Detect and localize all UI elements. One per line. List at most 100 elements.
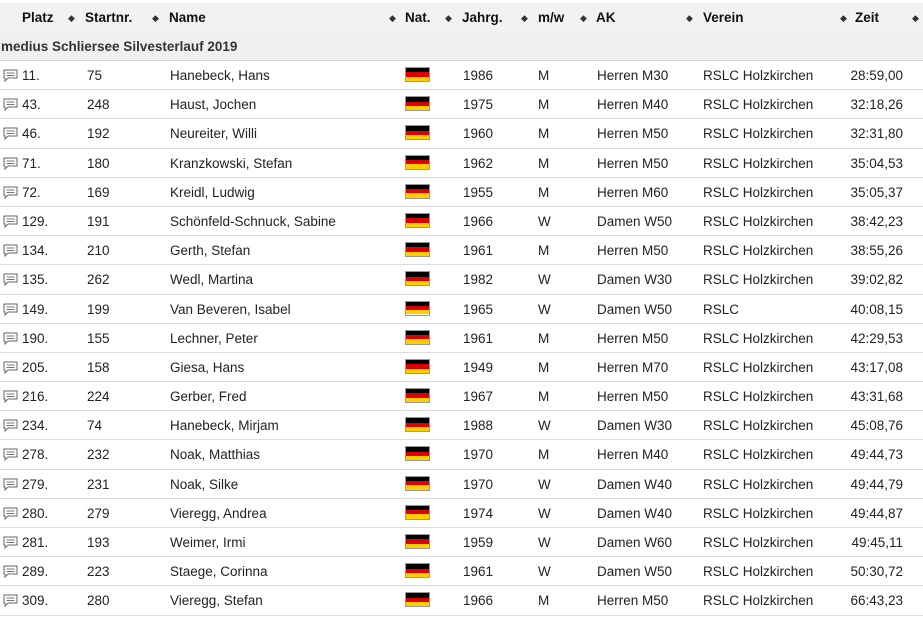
column-header-ak[interactable]: AK xyxy=(596,3,616,33)
cell-verein: RSLC Holzkirchen xyxy=(703,593,814,609)
comment-icon[interactable] xyxy=(3,157,18,170)
cell-verein: RSLC Holzkirchen xyxy=(703,535,814,550)
cell-startnr: 169 xyxy=(87,184,110,200)
comment-icon[interactable] xyxy=(3,127,18,141)
cell-ak: Damen W40 xyxy=(597,505,673,521)
sort-platz-icon[interactable]: ◆ xyxy=(68,3,75,33)
column-header-zeit[interactable]: Zeit xyxy=(855,3,879,33)
comment-icon[interactable] xyxy=(3,244,18,258)
cell-name: Hanebeck, Mirjam xyxy=(170,418,279,434)
table-row[interactable]: 216. 224 Gerber, Fred 1967 M Herren M50 RSLC H… xyxy=(0,382,923,412)
table-row[interactable]: 281. 193 Weimer, Irmi 1959 W Damen W60 RSLC Ho… xyxy=(0,528,923,558)
comment-icon[interactable] xyxy=(3,303,18,316)
cell-verein: RSLC Holzkirchen xyxy=(703,505,814,521)
cell-platz: 149. xyxy=(22,301,49,317)
sort-verein-icon[interactable]: ◆ xyxy=(840,3,847,33)
cell-name: Staege, Corinna xyxy=(170,564,268,580)
column-header-nat[interactable]: Nat. xyxy=(405,3,431,33)
germany-flag-icon xyxy=(405,417,430,433)
table-row[interactable]: 278. 232 Noak, Matthias 1970 M Herren M40 RSLC… xyxy=(0,440,923,470)
column-header-startnr[interactable]: Startnr. xyxy=(85,3,132,33)
table-row[interactable]: 309. 280 Vieregg, Stefan 1966 M Herren M50 RSL… xyxy=(0,586,923,616)
sort-mw-icon[interactable]: ◆ xyxy=(580,3,587,33)
table-row[interactable]: 71. 180 Kranzkowski, Stefan 1962 M Herren M50… xyxy=(0,149,923,178)
cell-mw: W xyxy=(538,272,551,288)
table-row[interactable]: 46. 192 Neureiter, Willi 1960 M Herren M50 RSL… xyxy=(0,119,923,149)
column-header-verein[interactable]: Verein xyxy=(703,3,744,33)
germany-flag-icon xyxy=(405,504,430,520)
cell-ak: Damen W50 xyxy=(597,301,673,317)
comment-icon[interactable] xyxy=(3,69,18,82)
comment-icon[interactable] xyxy=(3,332,18,345)
comment-icon[interactable] xyxy=(3,448,18,462)
table-row[interactable]: 280. 279 Vieregg, Andrea 1974 W Damen W40 RSLC… xyxy=(0,499,923,528)
table-row[interactable]: 279. 231 Noak, Silke 1970 W Damen W40 RSLC Hol… xyxy=(0,470,923,499)
table-row[interactable]: 234. 74 Hanebeck, Mirjam 1988 W Damen W30 RSLC… xyxy=(0,411,923,441)
cell-mw: M xyxy=(538,97,550,113)
cell-ak: Damen W30 xyxy=(597,418,673,434)
germany-flag-icon xyxy=(405,358,430,374)
table-row[interactable]: 135. 262 Wedl, Martina 1982 W Damen W30 RSLC H… xyxy=(0,265,923,295)
cell-name: Noak, Silke xyxy=(170,476,239,492)
cell-jahrg: 1961 xyxy=(463,330,494,346)
comment-icon[interactable] xyxy=(3,536,18,549)
cell-mw: M xyxy=(538,243,550,259)
cell-startnr: 193 xyxy=(87,535,110,550)
comment-icon[interactable] xyxy=(3,565,18,579)
column-header-name[interactable]: Name xyxy=(169,3,206,33)
germany-flag-icon xyxy=(405,67,430,82)
column-header-jahrg[interactable]: Jahrg. xyxy=(462,3,503,33)
cell-jahrg: 1949 xyxy=(463,359,494,375)
cell-zeit: 38:42,23 xyxy=(850,213,903,229)
cell-platz: 309. xyxy=(22,593,49,609)
table-row[interactable]: 129. 191 Schönfeld-Schnuck, Sabine 1966 W Dam… xyxy=(0,207,923,237)
comment-icon[interactable] xyxy=(3,98,18,112)
cell-ak: Herren M70 xyxy=(597,359,669,375)
comment-icon[interactable] xyxy=(3,215,18,228)
cell-platz: 278. xyxy=(22,447,49,463)
cell-verein: RSLC Holzkirchen xyxy=(703,213,814,229)
sort-jahrg-icon[interactable]: ◆ xyxy=(521,3,528,33)
comment-icon[interactable] xyxy=(3,594,18,608)
sort-startnr-icon[interactable]: ◆ xyxy=(152,3,159,33)
germany-flag-icon xyxy=(405,154,430,170)
cell-mw: M xyxy=(538,330,550,346)
column-header-mw[interactable]: m/w xyxy=(538,3,564,33)
sort-name-icon[interactable]: ◆ xyxy=(389,3,396,33)
column-header-platz[interactable]: Platz xyxy=(22,3,54,33)
table-row[interactable]: 190. 155 Lechner, Peter 1961 M Herren M50 RSLC… xyxy=(0,324,923,353)
table-row[interactable]: 149. 199 Van Beveren, Isabel 1965 W Damen W50… xyxy=(0,295,923,324)
comment-icon[interactable] xyxy=(3,507,18,520)
comment-icon[interactable] xyxy=(3,390,18,404)
comment-icon[interactable] xyxy=(3,273,18,287)
table-row[interactable]: 72. 169 Kreidl, Ludwig 1955 M Herren M60 RSLC … xyxy=(0,178,923,207)
cell-verein: RSLC Holzkirchen xyxy=(703,155,814,171)
cell-zeit: 39:02,82 xyxy=(850,272,903,288)
cell-platz: 280. xyxy=(22,505,49,521)
table-row[interactable]: 134. 210 Gerth, Stefan 1961 M Herren M50 RSLC … xyxy=(0,236,923,266)
cell-name: Haust, Jochen xyxy=(170,97,257,113)
table-row[interactable]: 289. 223 Staege, Corinna 1961 W Damen W50 RSLC… xyxy=(0,557,923,587)
cell-zeit: 35:04,53 xyxy=(850,155,903,171)
comment-icon[interactable] xyxy=(3,419,18,433)
comment-icon[interactable] xyxy=(3,361,18,374)
comment-icon[interactable] xyxy=(3,186,18,199)
sort-zeit-icon[interactable]: ◆ xyxy=(912,3,919,33)
sort-ak-icon[interactable]: ◆ xyxy=(686,3,693,33)
germany-flag-icon xyxy=(405,446,430,462)
cell-startnr: 199 xyxy=(87,301,110,317)
cell-platz: 71. xyxy=(22,155,41,171)
cell-name: Vieregg, Andrea xyxy=(170,505,267,521)
cell-name: Wedl, Martina xyxy=(170,272,254,288)
cell-zeit: 32:31,80 xyxy=(850,126,903,142)
table-row[interactable]: 43. 248 Haust, Jochen 1975 M Herren M40 RSLC H… xyxy=(0,90,923,120)
cell-platz: 129. xyxy=(22,213,49,229)
germany-flag-icon xyxy=(405,329,430,345)
sort-nat-icon[interactable]: ◆ xyxy=(445,3,452,33)
table-row[interactable]: 205. 158 Giesa, Hans 1949 M Herren M70 RSLC Ho… xyxy=(0,353,923,383)
table-row[interactable]: 11. 75 Hanebeck, Hans 1986 M Herren M30 RSLC H… xyxy=(0,61,923,91)
cell-verein: RSLC Holzkirchen xyxy=(703,564,814,580)
cell-ak: Herren M50 xyxy=(597,593,669,609)
cell-name: Giesa, Hans xyxy=(170,359,245,375)
comment-icon[interactable] xyxy=(3,478,18,491)
